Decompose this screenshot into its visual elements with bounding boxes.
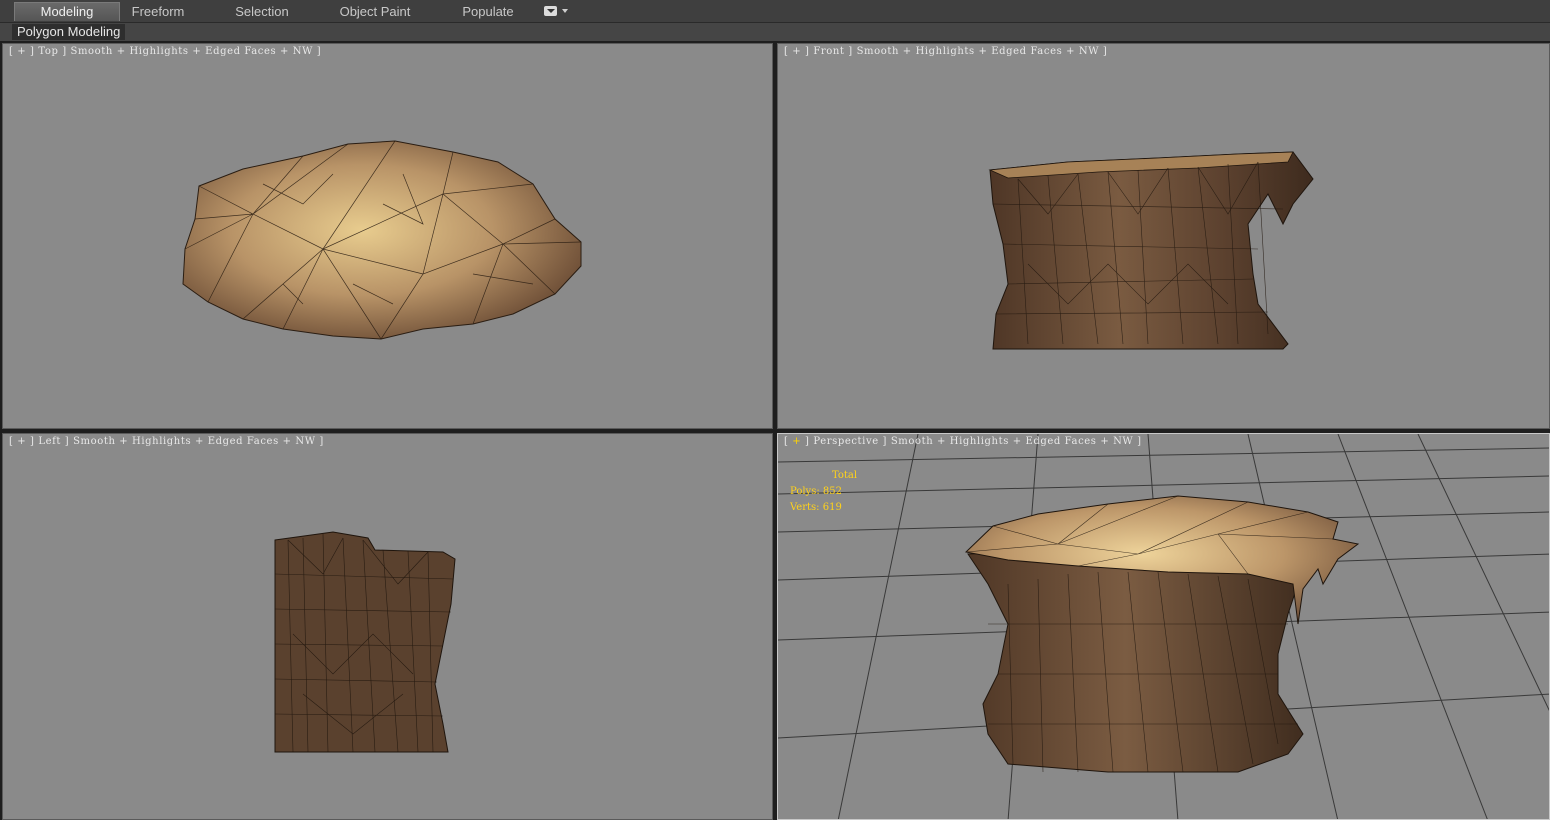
stats-polys: Polys: 852 bbox=[790, 484, 857, 500]
statistics-overlay: Total Polys: 852 Verts: 619 bbox=[790, 468, 857, 516]
tab-selection[interactable]: Selection bbox=[220, 3, 304, 21]
view-name[interactable]: Perspective bbox=[813, 436, 878, 447]
shading-mode[interactable]: Smooth + Highlights + Edged Faces + NW bbox=[891, 436, 1134, 447]
viewport-menu-plus[interactable]: + bbox=[792, 436, 801, 447]
tab-modeling[interactable]: Modeling bbox=[14, 2, 120, 21]
ribbon-tab-bar: Modeling Freeform Selection Object Paint… bbox=[0, 0, 1550, 23]
viewport-label-perspective[interactable]: [ + ] Perspective ] Smooth + Highlights … bbox=[784, 436, 1142, 447]
panel-toggle-icon bbox=[544, 6, 557, 16]
viewport-front[interactable]: [ + ] Front ] Smooth + Highlights + Edge… bbox=[777, 43, 1550, 429]
rock-front-view bbox=[988, 151, 1314, 350]
polys-value: 852 bbox=[822, 486, 842, 497]
chevron-down-icon bbox=[562, 9, 568, 13]
viewport-perspective[interactable]: [ + ] Perspective ] Smooth + Highlights … bbox=[777, 433, 1550, 820]
stats-verts: Verts: 619 bbox=[790, 500, 857, 516]
tab-object-paint[interactable]: Object Paint bbox=[330, 3, 420, 21]
polygon-modeling-panel[interactable]: Polygon Modeling bbox=[12, 24, 126, 40]
perspective-grid bbox=[778, 434, 1549, 819]
ribbon-panel-bar: Polygon Modeling bbox=[0, 23, 1550, 41]
viewport-top[interactable]: [ + ] Top ] Smooth + Highlights + Edged … bbox=[2, 43, 773, 429]
tab-populate[interactable]: Populate bbox=[450, 3, 526, 21]
verts-value: 619 bbox=[822, 502, 842, 513]
rock-left-view bbox=[274, 531, 456, 753]
polys-label: Polys: bbox=[790, 486, 820, 497]
verts-label: Verts: bbox=[790, 502, 820, 513]
stats-title: Total bbox=[832, 470, 858, 481]
viewport-left[interactable]: [ + ] Left ] Smooth + Highlights + Edged… bbox=[2, 433, 773, 820]
rock-top-view bbox=[182, 140, 582, 340]
ribbon-minimize-dropdown[interactable] bbox=[544, 6, 570, 18]
tab-freeform[interactable]: Freeform bbox=[118, 3, 198, 21]
